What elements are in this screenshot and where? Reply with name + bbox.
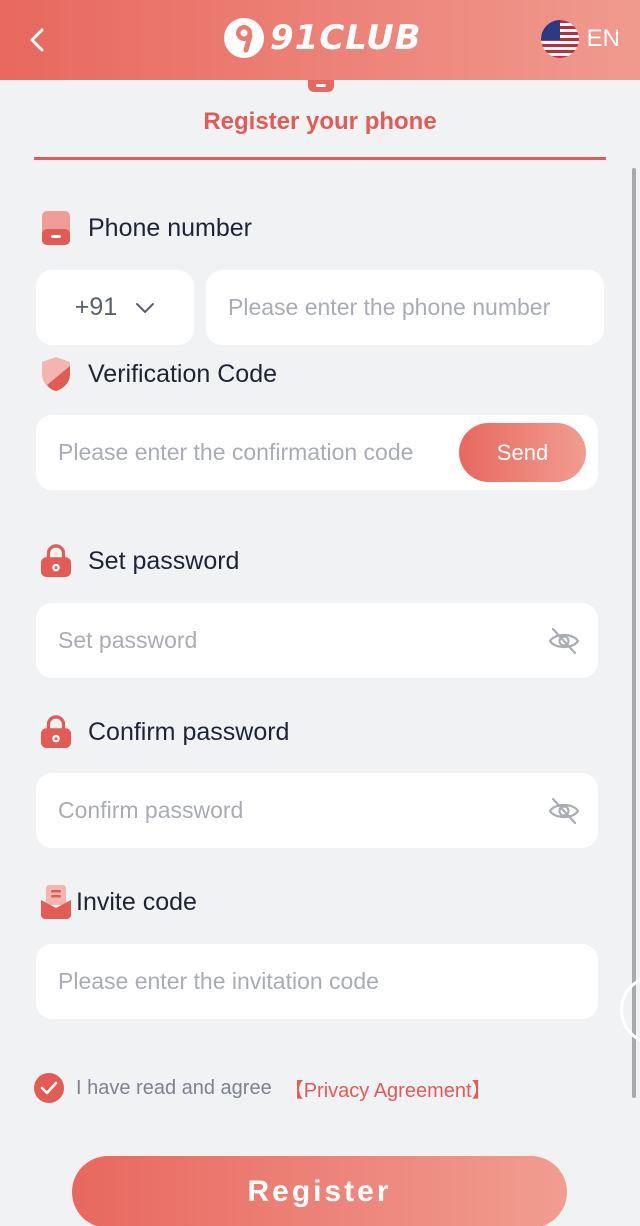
language-label: EN [586, 25, 620, 52]
back-arrow-icon[interactable] [22, 24, 54, 56]
eye-hidden-icon[interactable] [548, 797, 580, 825]
logo-mark-icon [224, 18, 264, 58]
tab-underline [34, 157, 606, 160]
lock-icon [40, 714, 72, 750]
language-selector[interactable]: EN [540, 20, 620, 58]
agreement-text: I have read and agree [76, 1076, 272, 1099]
shield-icon [40, 356, 72, 392]
agreement-checkbox[interactable] [34, 1073, 64, 1103]
privacy-agreement-link[interactable]: 【Privacy Agreement】 [284, 1074, 492, 1103]
confirm-password-label: Confirm password [40, 714, 289, 750]
set-password-input[interactable] [36, 627, 536, 654]
invite-code-label: Invite code [40, 884, 197, 920]
verification-code-input[interactable] [36, 439, 456, 466]
confirm-password-field [36, 773, 598, 848]
set-password-field [36, 603, 598, 678]
chevron-down-icon [136, 302, 155, 313]
app-header: 91CLUB EN [0, 0, 640, 80]
phone-number-field [206, 270, 604, 345]
phone-tab-icon [308, 80, 334, 92]
scrollbar[interactable] [632, 168, 636, 1098]
eye-hidden-icon[interactable] [548, 627, 580, 655]
verification-code-field: Send [36, 415, 598, 490]
country-code-select[interactable]: +91 [36, 270, 194, 345]
register-button[interactable]: Register [72, 1156, 567, 1226]
send-code-button[interactable]: Send [459, 423, 586, 482]
confirm-password-input[interactable] [36, 797, 536, 824]
invite-envelope-icon [40, 884, 72, 920]
phone-number-input[interactable] [206, 294, 604, 321]
verification-code-label: Verification Code [40, 356, 277, 392]
us-flag-icon [540, 20, 579, 58]
lock-icon [40, 543, 72, 579]
agreement-row: I have read and agree 【Privacy Agreement… [34, 1073, 492, 1103]
logo-text: 91CLUB [270, 18, 422, 58]
invite-code-field [36, 944, 598, 1019]
tab-register-phone[interactable]: Register your phone [0, 108, 640, 136]
country-code-value: +91 [74, 293, 118, 321]
checkmark-icon [40, 1081, 58, 1095]
app-logo: 91CLUB [222, 16, 422, 60]
floating-support-button[interactable] [620, 975, 640, 1045]
phone-number-label: Phone number [40, 210, 252, 246]
phone-icon [40, 210, 72, 246]
set-password-label: Set password [40, 543, 239, 579]
invite-code-input[interactable] [36, 968, 598, 995]
